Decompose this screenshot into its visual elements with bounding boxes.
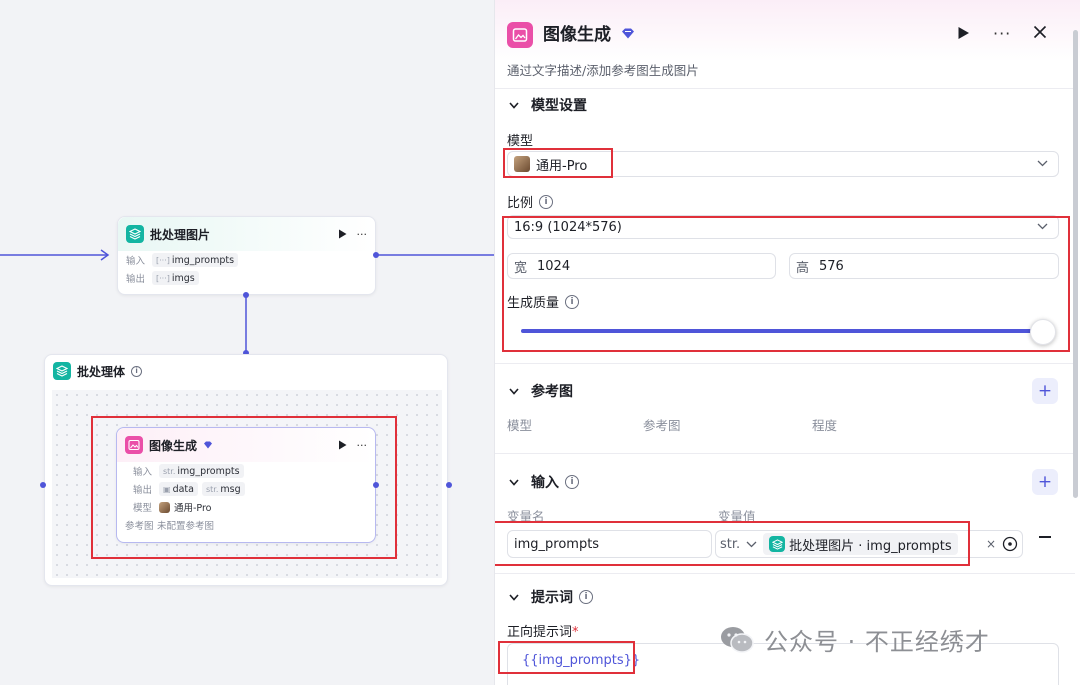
batch-icon bbox=[53, 362, 71, 380]
chevron-down-icon bbox=[509, 478, 519, 486]
more-icon[interactable]: ··· bbox=[357, 228, 368, 241]
input-label: 输入 bbox=[126, 256, 146, 267]
batch-images-node[interactable]: 批处理图片 ··· 输入 [···] img_prompts 输出 [···] im… bbox=[117, 216, 376, 295]
add-reference-button[interactable]: + bbox=[1032, 378, 1058, 404]
chevron-down-icon bbox=[509, 101, 519, 109]
port[interactable] bbox=[446, 482, 452, 488]
add-input-button[interactable]: + bbox=[1032, 469, 1058, 495]
section-input[interactable]: 输入 i bbox=[509, 472, 579, 492]
panel-description: 通过文字描述/添加参考图生成图片 bbox=[507, 63, 699, 78]
chevron-down-icon bbox=[509, 593, 519, 601]
output-tag: [···] imgs bbox=[152, 271, 199, 285]
model-label: 模型 bbox=[507, 134, 534, 149]
node-title: 批处理图片 bbox=[150, 227, 211, 242]
info-icon[interactable]: i bbox=[539, 194, 554, 209]
positive-prompt-label: 正向提示词* bbox=[507, 625, 579, 640]
clear-icon[interactable]: × bbox=[986, 537, 996, 551]
more-icon[interactable]: ··· bbox=[993, 24, 1011, 43]
section-prompt[interactable]: 提示词 i bbox=[509, 587, 593, 607]
node-config-panel: 图像生成 ··· 通过文字描述/添加参考图生成图片 模型设置 模型 通用-Pro… bbox=[494, 0, 1080, 685]
input-tag: [···] img_prompts bbox=[152, 253, 239, 267]
col-model: 模型 bbox=[507, 418, 533, 433]
port[interactable] bbox=[243, 292, 249, 298]
divider bbox=[495, 363, 1075, 364]
run-icon[interactable] bbox=[957, 26, 970, 40]
port[interactable] bbox=[40, 482, 46, 488]
scrollbar[interactable] bbox=[1073, 30, 1078, 498]
info-icon[interactable]: i bbox=[131, 365, 143, 377]
section-reference[interactable]: 参考图 bbox=[509, 381, 573, 401]
ratio-label: 比例 i bbox=[507, 192, 554, 211]
wechat-icon bbox=[721, 626, 754, 653]
col-reference: 参考图 bbox=[643, 418, 681, 433]
info-icon[interactable]: i bbox=[565, 475, 579, 489]
col-degree: 程度 bbox=[812, 418, 838, 433]
divider bbox=[495, 573, 1075, 574]
close-icon[interactable] bbox=[1033, 25, 1047, 39]
port[interactable] bbox=[373, 252, 379, 258]
output-label: 输出 bbox=[126, 274, 146, 285]
divider bbox=[495, 453, 1075, 454]
highlight-box bbox=[503, 148, 613, 178]
highlight-box bbox=[91, 416, 397, 559]
target-icon[interactable] bbox=[1002, 536, 1018, 552]
watermark: 公众号 · 不正经绣才 bbox=[720, 622, 990, 657]
image-gen-icon bbox=[507, 22, 533, 48]
chevron-down-icon bbox=[509, 387, 519, 395]
run-icon[interactable] bbox=[338, 229, 347, 239]
highlight-box bbox=[498, 641, 635, 674]
chevron-down-icon bbox=[1037, 160, 1048, 167]
highlight-box bbox=[502, 216, 1070, 352]
section-model-settings[interactable]: 模型设置 bbox=[509, 95, 587, 115]
highlight-box bbox=[495, 521, 970, 566]
workflow-canvas[interactable]: 批处理图片 ··· 输入 [···] img_prompts 输出 [···] im… bbox=[0, 0, 494, 685]
divider bbox=[495, 88, 1075, 89]
info-icon[interactable]: i bbox=[579, 590, 593, 604]
node-title: 批处理体 bbox=[77, 364, 126, 379]
premium-diamond-icon bbox=[622, 28, 634, 39]
remove-input-button[interactable] bbox=[1039, 536, 1051, 538]
panel-title: 图像生成 bbox=[543, 25, 611, 45]
batch-icon bbox=[126, 225, 144, 243]
